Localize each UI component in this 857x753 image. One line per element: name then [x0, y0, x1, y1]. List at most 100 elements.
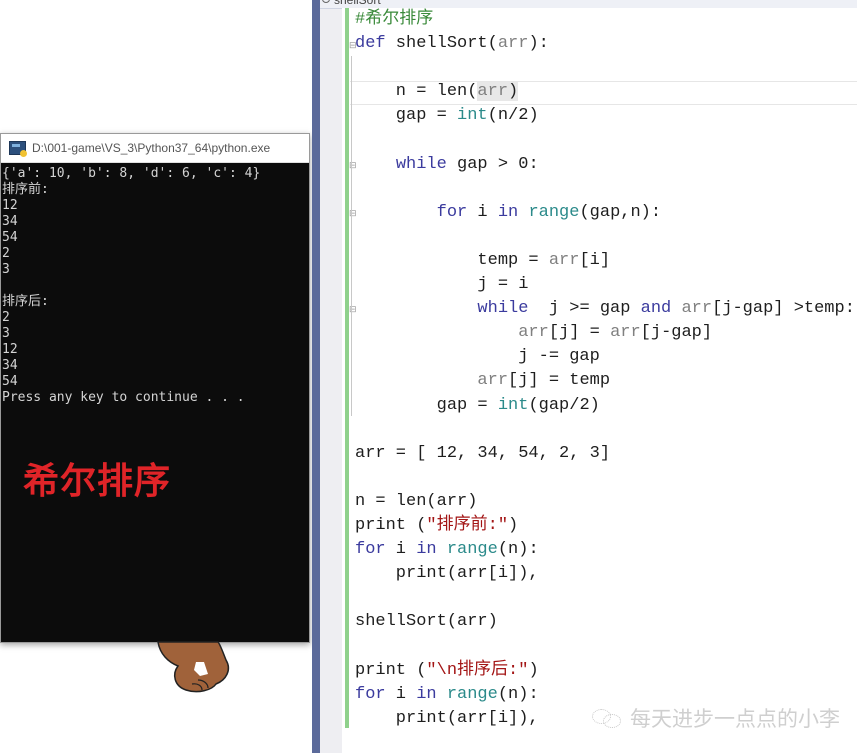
code-line[interactable]: j = i: [355, 273, 855, 297]
code-line[interactable]: arr = [ 12, 34, 54, 2, 3]: [355, 442, 855, 466]
code-line[interactable]: [355, 586, 855, 610]
code-token: gap =: [355, 106, 458, 126]
code-token: ):: [528, 34, 549, 54]
code-token: i: [385, 540, 417, 560]
code-token: "排序前:": [426, 515, 509, 535]
code-line[interactable]: [355, 418, 855, 442]
console-titlebar[interactable]: D:\001-game\VS_3\Python37_64\python.exe: [1, 134, 309, 163]
code-token: ): [528, 660, 539, 680]
code-line[interactable]: gap = int(gap/2): [355, 394, 855, 418]
code-line[interactable]: [355, 225, 855, 249]
code-line[interactable]: [355, 56, 855, 80]
code-token: j >= gap: [528, 299, 641, 319]
code-token: range: [446, 540, 498, 560]
code-token: arr: [477, 82, 509, 102]
code-token: arr: [497, 34, 529, 54]
code-token: range: [446, 684, 498, 704]
console-line: 2: [2, 246, 10, 261]
ide-window-border: [312, 0, 320, 753]
code-line[interactable]: for i in range(gap,n):: [355, 201, 855, 225]
console-line: 54: [2, 374, 18, 389]
code-token: arr: [477, 371, 509, 391]
code-token: j = i: [355, 275, 529, 295]
console-title: D:\001-game\VS_3\Python37_64\python.exe: [32, 141, 271, 155]
code-token: (n):: [497, 540, 539, 560]
console-line: Press any key to continue . . .: [2, 390, 245, 405]
editor-tab-label: shellSort: [334, 0, 381, 7]
code-token: print(arr[i]),: [355, 564, 539, 584]
code-token: ): [508, 515, 519, 535]
code-token: temp =: [355, 250, 549, 270]
code-token: while: [477, 299, 529, 319]
python-exe-icon: [9, 141, 27, 157]
code-token: int: [497, 395, 529, 415]
code-line[interactable]: print ("\n排序后:"): [355, 659, 855, 683]
console-window[interactable]: D:\001-game\VS_3\Python37_64\python.exe …: [0, 133, 310, 643]
code-token: def: [355, 34, 386, 54]
console-line: 12: [2, 198, 18, 213]
code-line[interactable]: n = len(arr): [355, 490, 855, 514]
code-line[interactable]: shellSort(arr): [355, 610, 855, 634]
code-line[interactable]: while j >= gap and arr[j-gap] >temp:: [355, 297, 855, 321]
code-line[interactable]: n = len(arr): [355, 80, 855, 104]
code-line[interactable]: arr[j] = temp: [355, 369, 855, 393]
code-token: while: [395, 154, 447, 174]
code-token: arr: [518, 323, 549, 343]
console-output: {'a': 10, 'b': 8, 'd': 6, 'c': 4} 排序前: 12 3…: [1, 163, 309, 406]
code-token: gap > 0:: [446, 154, 539, 174]
code-line[interactable]: j -= gap: [355, 345, 855, 369]
code-text[interactable]: #希尔排序 def shellSort(arr): n = len(arr) ga…: [355, 8, 855, 731]
tab-pin-icon[interactable]: [322, 0, 330, 3]
code-line[interactable]: [355, 634, 855, 658]
code-line[interactable]: def shellSort(arr):: [355, 32, 855, 56]
indent-guide: [351, 56, 352, 416]
code-line[interactable]: [355, 177, 855, 201]
change-tracking-bar: [345, 8, 349, 728]
console-line: 3: [2, 262, 10, 277]
code-token: "\n排序后:": [426, 660, 529, 680]
console-line: 34: [2, 358, 18, 373]
code-token: gap =: [355, 395, 498, 415]
watermark: 每天进步一点点的小李: [592, 703, 840, 733]
code-line[interactable]: [355, 128, 855, 152]
code-line[interactable]: gap = int(n/2): [355, 104, 855, 128]
code-line[interactable]: arr[j] = arr[j-gap]: [355, 321, 855, 345]
code-token: print (: [355, 660, 427, 680]
code-token: i: [385, 684, 417, 704]
code-token: j -= gap: [355, 347, 600, 367]
title-banner: 希尔排序: [23, 461, 172, 502]
code-line[interactable]: [355, 466, 855, 490]
code-token: shellSort(: [385, 34, 498, 54]
code-line[interactable]: for i in range(n):: [355, 538, 855, 562]
code-line[interactable]: while gap > 0:: [355, 153, 855, 177]
code-token: [j-gap] >temp:: [712, 299, 855, 319]
code-token: [j] = temp: [508, 371, 611, 391]
code-line[interactable]: temp = arr[i]: [355, 249, 855, 273]
console-line: {'a': 10, 'b': 8, 'd': 6, 'c': 4}: [2, 166, 261, 181]
console-line: 排序前:: [2, 182, 49, 197]
cartoon-paw-image: [157, 641, 230, 693]
watermark-text: 每天进步一点点的小李: [630, 708, 840, 731]
code-token: (gap/2): [528, 395, 600, 415]
code-token: (gap,n):: [579, 202, 662, 222]
code-token: and: [640, 299, 672, 319]
code-token: arr: [610, 323, 641, 343]
code-token: in: [497, 202, 519, 222]
code-line[interactable]: print(arr[i]),: [355, 562, 855, 586]
code-token: shellSort(arr): [355, 612, 498, 632]
code-line[interactable]: #希尔排序: [355, 8, 855, 32]
code-token: (n):: [497, 684, 539, 704]
code-token: [i]: [579, 250, 611, 270]
code-line[interactable]: print ("排序前:"): [355, 514, 855, 538]
code-token: arr: [681, 299, 713, 319]
editor-glyph-margin: [320, 0, 342, 753]
console-line: 34: [2, 214, 18, 229]
